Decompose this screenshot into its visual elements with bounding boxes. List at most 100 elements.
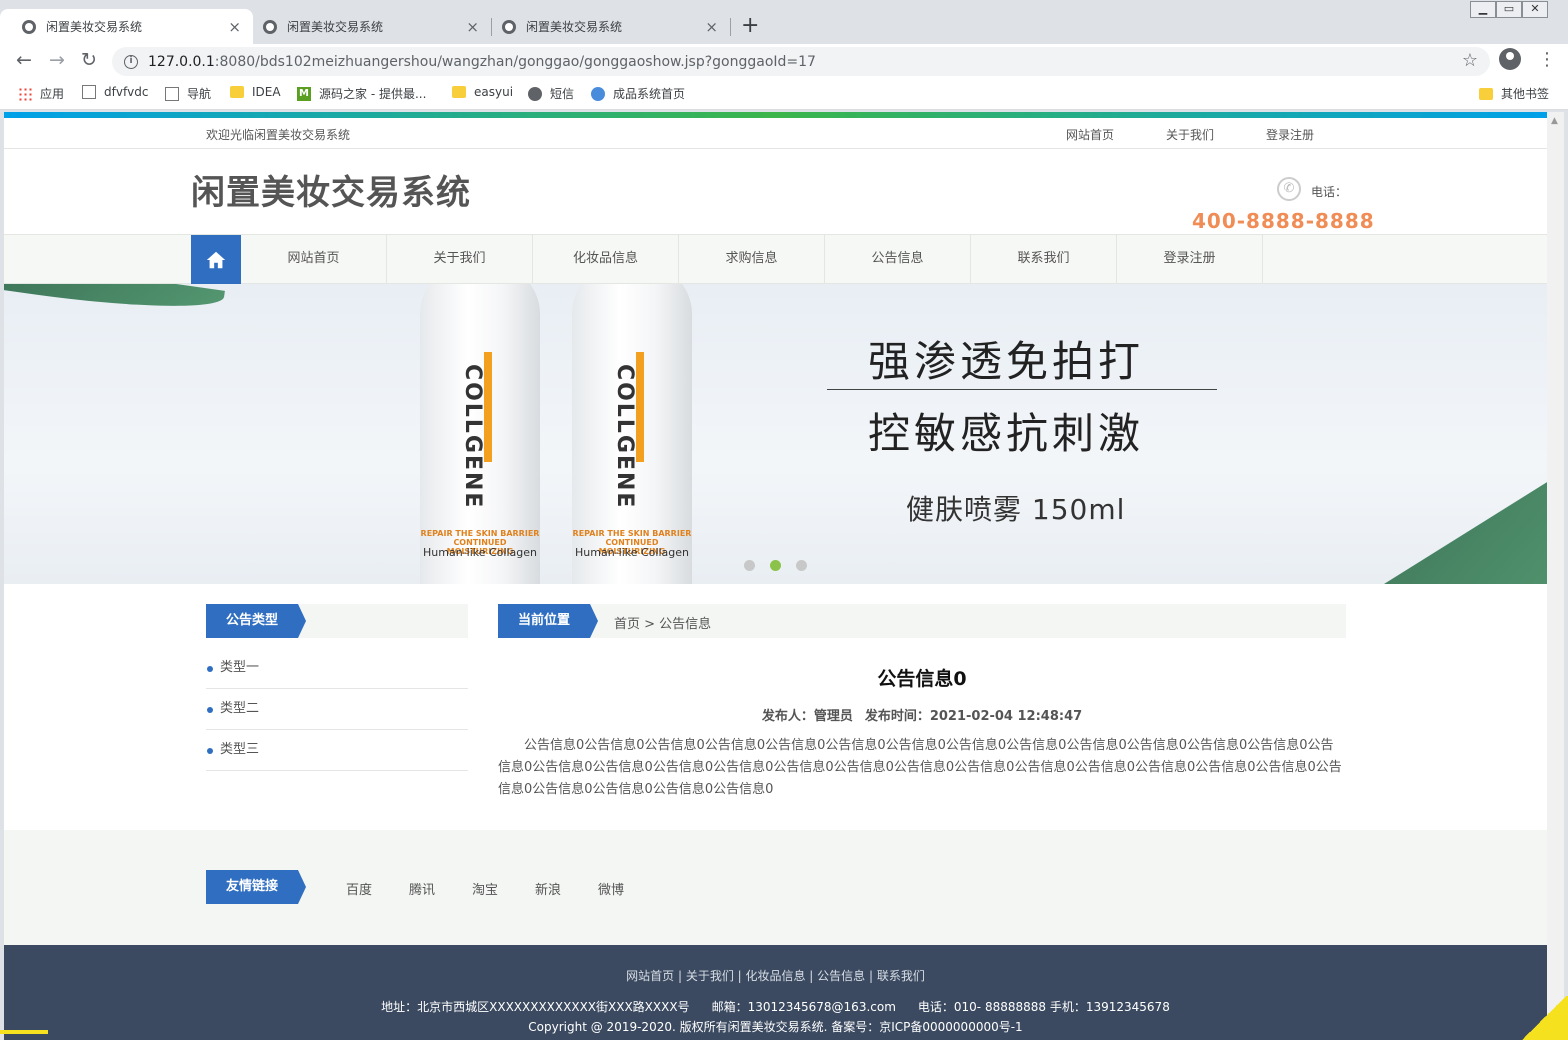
profile-avatar-icon[interactable] <box>1499 48 1521 70</box>
folder-icon <box>1479 87 1493 100</box>
carousel-dot-1[interactable] <box>744 560 755 571</box>
browser-tab-2[interactable]: 闲置美妆交易系统 × <box>241 9 491 44</box>
other-bookmarks[interactable]: 其他书签 <box>1479 85 1549 102</box>
bookmark-folder[interactable]: IDEA <box>230 85 281 99</box>
menu-kebab-icon[interactable]: ⋮ <box>1538 49 1556 70</box>
globe-icon <box>528 86 542 101</box>
globe-icon <box>502 19 516 34</box>
sidebar-item-type1[interactable]: 类型一 <box>206 648 468 689</box>
back-icon[interactable]: ← <box>16 49 32 71</box>
notice-title: 公告信息0 <box>877 668 967 690</box>
bookmark-folder[interactable]: easyui <box>452 85 513 99</box>
bookmark-item[interactable]: 短信 <box>528 85 574 102</box>
main-nav: 网站首页 关于我们 化妆品信息 求购信息 公告信息 联系我们 登录注册 <box>4 234 1547 284</box>
site-header: 闲置美妆交易系统 ✆ 电话： 400-8888-8888 <box>4 149 1547 235</box>
footer-copyright: Copyright @ 2019-2020. 版权所有闲置美妆交易系统. 备案号… <box>528 1020 1023 1034</box>
forward-icon[interactable]: → <box>49 49 65 71</box>
top-link-home[interactable]: 网站首页 <box>1066 126 1114 143</box>
tab-title: 闲置美妆交易系统 <box>46 20 143 34</box>
bookmarks-bar: 应用 dfvfvdc 导航 IDEA M 源码之家 - 提供最... easyui… <box>0 78 1568 110</box>
friend-link-taobao[interactable]: 淘宝 <box>472 879 498 898</box>
close-icon[interactable]: × <box>228 18 241 36</box>
folder-icon <box>230 86 244 98</box>
web-page: 欢迎光临闲置美妆交易系统 网站首页 关于我们 登录注册 闲置美妆交易系统 ✆ 电话：… <box>4 112 1547 1040</box>
reload-icon[interactable]: ↻ <box>81 49 97 71</box>
bookmark-item[interactable]: 导航 <box>165 85 211 102</box>
phone-number: 400-8888-8888 <box>1192 209 1375 233</box>
nav-home-button[interactable] <box>191 235 241 284</box>
window-close-button[interactable]: ✕ <box>1522 1 1548 18</box>
bookmark-star-icon[interactable]: ☆ <box>1462 50 1478 71</box>
phone-label: 电话： <box>1311 185 1348 199</box>
nav-item-login[interactable]: 登录注册 <box>1117 235 1263 284</box>
top-bar: 欢迎光临闲置美妆交易系统 网站首页 关于我们 登录注册 <box>4 118 1547 149</box>
bottle-subtitle: Human-like Collagen <box>575 546 689 559</box>
top-link-login[interactable]: 登录注册 <box>1266 126 1314 143</box>
friend-link-sina[interactable]: 新浪 <box>535 879 561 898</box>
minimize-button[interactable]: ▁ <box>1470 1 1496 18</box>
notice-publisher: 发布人：管理员 <box>761 709 853 724</box>
footer-nav[interactable]: 网站首页 | 关于我们 | 化妆品信息 | 公告信息 | 联系我们 <box>4 967 1547 984</box>
page-scrollbar[interactable]: ▲ ▼ <box>1547 112 1564 1040</box>
footer-phone: 电话：010- 88888888 手机：13912345678 <box>917 1000 1170 1014</box>
home-icon <box>591 86 605 101</box>
apps-grid-icon <box>18 86 32 101</box>
m-logo-icon: M <box>297 86 311 101</box>
browser-tab-3[interactable]: 闲置美妆交易系统 × <box>480 9 730 44</box>
breadcrumb-heading: 当前位置 <box>498 604 599 638</box>
footer-contact: 地址：北京市西城区XXXXXXXXXXXXX街XXX路XXXX号 邮箱：13012… <box>4 998 1547 1015</box>
nav-item-about[interactable]: 关于我们 <box>387 235 533 284</box>
address-bar[interactable]: i 127.0.0.1:8080/bds102meizhuangershou/w… <box>112 47 1490 76</box>
maximize-button[interactable]: ▭ <box>1496 1 1522 18</box>
browser-tab-1[interactable]: 闲置美妆交易系统 × <box>0 9 253 44</box>
tab-title: 闲置美妆交易系统 <box>287 20 384 34</box>
friend-link-tencent[interactable]: 腾讯 <box>409 879 435 898</box>
globe-icon <box>22 19 36 34</box>
page-icon <box>82 85 96 99</box>
breadcrumb: 当前位置 首页 > 公告信息 <box>498 604 1346 638</box>
content-area: 公告类型 类型一 类型二 类型三 当前位置 首页 > 公告信息 公告信息0 发布… <box>4 584 1547 830</box>
bottle-brand: COLLGENE <box>612 364 637 510</box>
new-tab-button[interactable]: + <box>741 13 759 38</box>
sidebar-heading: 公告类型 <box>206 604 307 638</box>
sidebar-item-type3[interactable]: 类型三 <box>206 730 468 771</box>
folder-icon <box>452 86 466 98</box>
banner-slogan-1: 强渗透免拍打 <box>868 337 1145 386</box>
site-footer: 网站首页 | 关于我们 | 化妆品信息 | 公告信息 | 联系我们 地址：北京市… <box>4 945 1547 1040</box>
home-icon <box>206 251 226 268</box>
nav-item-home[interactable]: 网站首页 <box>241 235 387 284</box>
bookmark-item[interactable]: M 源码之家 - 提供最... <box>297 85 426 102</box>
bookmark-apps[interactable]: 应用 <box>18 85 64 102</box>
browser-tabstrip: 闲置美妆交易系统 × 闲置美妆交易系统 × 闲置美妆交易系统 × + ▁ ▭ ✕ <box>0 0 1568 44</box>
banner-slogan-3: 健肤喷雾 150ml <box>906 493 1126 526</box>
nav-item-contact[interactable]: 联系我们 <box>971 235 1117 284</box>
nav-item-cosmetics[interactable]: 化妆品信息 <box>533 235 679 284</box>
nav-item-notice[interactable]: 公告信息 <box>825 235 971 284</box>
top-links: 网站首页 关于我们 登录注册 <box>1066 126 1366 143</box>
info-icon[interactable]: i <box>124 54 138 69</box>
footer-address: 地址：北京市西城区XXXXXXXXXXXXX街XXX路XXXX号 <box>381 1000 690 1014</box>
friend-link-weibo[interactable]: 微博 <box>598 879 624 898</box>
browser-toolbar: ← → ↻ i 127.0.0.1:8080/bds102meizhuanger… <box>0 44 1568 78</box>
tab-title: 闲置美妆交易系统 <box>526 20 623 34</box>
close-icon[interactable]: × <box>705 18 718 36</box>
palm-leaf-right <box>1384 434 1547 584</box>
nav-item-wanted[interactable]: 求购信息 <box>679 235 825 284</box>
carousel-dot-2[interactable] <box>770 560 781 571</box>
sidebar-header: 公告类型 <box>206 604 468 638</box>
sidebar-item-type2[interactable]: 类型二 <box>206 689 468 730</box>
bottle-subtitle: Human-like Collagen <box>423 546 537 559</box>
bookmark-item[interactable]: 成品系统首页 <box>591 85 685 102</box>
friend-link-baidu[interactable]: 百度 <box>346 879 372 898</box>
notice-meta: 发布人：管理员 发布时间：2021-02-04 12:48:47 <box>498 705 1346 724</box>
scroll-up-icon[interactable]: ▲ <box>1551 116 1558 126</box>
edge-highlight <box>0 1030 48 1034</box>
breadcrumb-path[interactable]: 首页 > 公告信息 <box>614 613 711 632</box>
hero-banner[interactable]: COLLGENE REPAIR THE SKIN BARRIER CONTINU… <box>4 284 1547 584</box>
top-link-about[interactable]: 关于我们 <box>1166 126 1214 143</box>
bottle-brand: COLLGENE <box>460 364 485 510</box>
bookmark-item[interactable]: dfvfvdc <box>82 85 148 99</box>
close-icon[interactable]: × <box>466 18 479 36</box>
carousel-dot-3[interactable] <box>796 560 807 571</box>
phone-icon: ✆ <box>1277 177 1301 201</box>
